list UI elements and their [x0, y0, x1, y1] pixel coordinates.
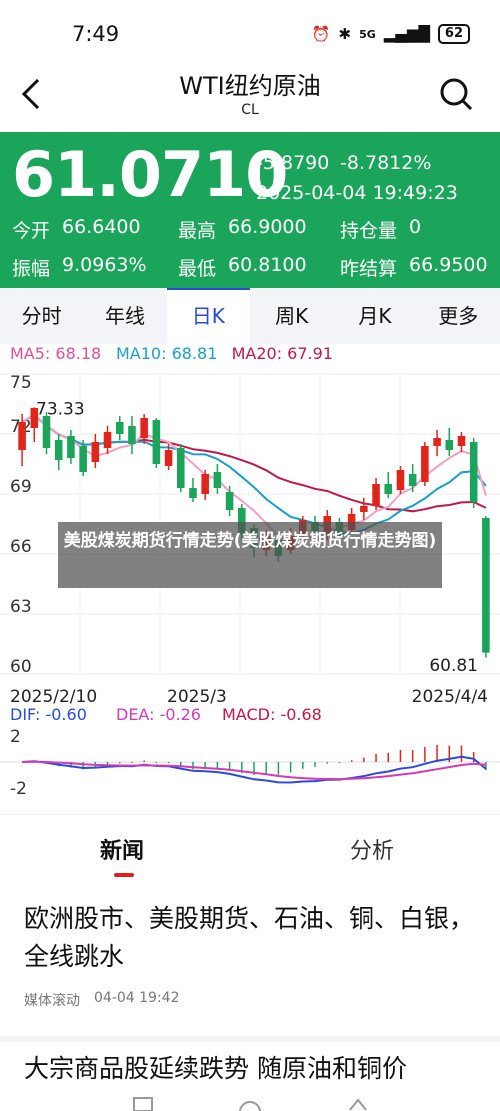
candle-body — [213, 472, 222, 488]
y-tick-label: 75 — [10, 373, 32, 393]
candle-body — [164, 450, 173, 466]
y-tick-label: 69 — [10, 477, 32, 497]
news-source: 媒体滚动 — [24, 993, 80, 1009]
candle-body — [189, 488, 197, 498]
news-item[interactable]: 欧洲股市、美股期货、石油、铜、白银，全线跳水 媒体滚动 04-04 19:42 — [24, 900, 484, 1010]
symbol-code: CL — [241, 102, 259, 118]
candle-body — [469, 442, 478, 502]
status-bar: 7:49 ⏰ ✱ 5G ▂▄▆█ 62 — [0, 0, 500, 62]
news-item[interactable]: 大宗商品股延续跌势 随原油和铜价 — [24, 1050, 484, 1088]
active-tab-indicator — [114, 873, 134, 877]
nav-back-icon — [349, 1098, 367, 1111]
candle-body — [225, 492, 234, 510]
candle-body — [372, 484, 380, 506]
page-title: WTI纽约原油 — [179, 72, 321, 100]
period-tabs: 分时 年线 日K 周K 月K 更多 — [0, 288, 500, 344]
stat-low: 最低 60.8100 — [178, 254, 307, 280]
candle-body — [18, 422, 26, 450]
tab-more[interactable]: 更多 — [417, 288, 500, 344]
tab-intraday[interactable]: 分时 — [0, 288, 83, 344]
news-meta: 媒体滚动 04-04 19:42 — [24, 990, 484, 1010]
candle-body — [384, 484, 393, 494]
search-icon[interactable] — [438, 76, 474, 112]
max-price-label: 73.33 — [36, 399, 85, 419]
candle-body — [360, 506, 368, 512]
min-price-label: 60.81 — [429, 656, 478, 676]
bluetooth-icon: ✱ — [338, 25, 352, 43]
nav-home-icon — [239, 1101, 261, 1111]
watermark-overlay: 美股煤炭期货行情走势(美股煤炭期货行情走势图) — [58, 522, 442, 588]
candle-body — [79, 446, 87, 472]
x-label: 2025/2/10 — [10, 687, 97, 707]
ma-legend-ma5: MA5: 68.18 — [10, 344, 101, 363]
y-tick-label: 63 — [10, 597, 32, 617]
y-tick-label: 60 — [10, 657, 32, 677]
macd-legend-macd: MACD: -0.68 — [222, 705, 322, 724]
ma-legend-ma20: MA20: 67.91 — [232, 344, 333, 363]
ma10-line — [21, 413, 487, 534]
news-title: 欧洲股市、美股期货、石油、铜、白银，全线跳水 — [24, 904, 475, 971]
top-header: WTI纽约原油 CL — [0, 62, 500, 132]
macd-tick-label: 2 — [10, 727, 21, 747]
system-nav-bar — [133, 1097, 367, 1111]
candle-body — [54, 440, 63, 460]
news-tabs: 新闻 分析 — [0, 814, 500, 880]
tab-yearly[interactable]: 年线 — [83, 288, 166, 344]
quote-datetime: 2025-04-04 19:49:23 — [256, 182, 458, 204]
stat-open: 今开 66.6400 — [12, 216, 141, 242]
stat-prev-settle: 昨结算 66.9500 — [340, 254, 488, 280]
candle-body — [482, 518, 490, 653]
status-icons: ⏰ ✱ 5G ▂▄▆█ 62 — [312, 24, 470, 44]
candle-body — [152, 420, 161, 464]
network-label: 5G — [359, 27, 376, 41]
candle-body — [42, 416, 51, 448]
price-change-percent: -8.7812% — [340, 152, 432, 174]
status-time: 7:49 — [72, 22, 120, 46]
macd-legend-dea: DEA: -0.26 — [116, 705, 201, 724]
last-price: 61.0710 — [12, 138, 288, 211]
quote-panel: 61.0710 -5.8790 -8.7812% 2025-04-04 19:4… — [0, 132, 500, 288]
tab-news[interactable]: 新闻 — [100, 833, 144, 865]
candle-body — [457, 436, 466, 446]
macd-tick-label: -2 — [10, 779, 27, 799]
stat-high: 最高 66.9000 — [178, 216, 307, 242]
alarm-icon: ⏰ — [311, 25, 331, 43]
nav-recent-icon — [133, 1097, 153, 1111]
candle-body — [140, 418, 148, 438]
candle-body — [433, 438, 441, 446]
candle-body — [201, 474, 209, 494]
price-change: -5.8790 — [256, 152, 330, 174]
x-label: 2025/4/4 — [412, 687, 488, 707]
ma-legend-ma10: MA10: 68.81 — [116, 344, 217, 363]
signal-icon: ▂▄▆█ — [383, 25, 430, 43]
candle-body — [421, 446, 429, 482]
candle-body — [445, 440, 454, 450]
battery-icon: 62 — [437, 24, 470, 44]
candle-body — [91, 442, 100, 462]
stat-open-interest: 持仓量 0 — [340, 216, 422, 242]
x-label: 2025/3 — [167, 687, 227, 707]
tab-monthly-k[interactable]: 月K — [333, 288, 416, 344]
news-title: 大宗商品股延续跌势 随原油和铜价 — [24, 1054, 407, 1083]
tab-weekly-k[interactable]: 周K — [250, 288, 333, 344]
candle-body — [176, 448, 185, 488]
candle-body — [103, 432, 112, 448]
divider — [0, 1036, 500, 1042]
macd-legend-dif: DIF: -0.60 — [10, 705, 87, 724]
candle-body — [67, 436, 75, 458]
ma20-line — [21, 413, 487, 513]
tab-analysis[interactable]: 分析 — [350, 833, 394, 865]
candle-body — [115, 422, 124, 434]
candle-body — [128, 426, 136, 444]
y-tick-label: 66 — [10, 537, 32, 557]
news-time: 04-04 19:42 — [94, 990, 180, 1006]
candle-body — [396, 470, 405, 490]
tab-daily-k[interactable]: 日K — [166, 288, 251, 344]
candle-body — [408, 474, 417, 486]
stat-amplitude: 振幅 9.0963% — [12, 254, 147, 280]
